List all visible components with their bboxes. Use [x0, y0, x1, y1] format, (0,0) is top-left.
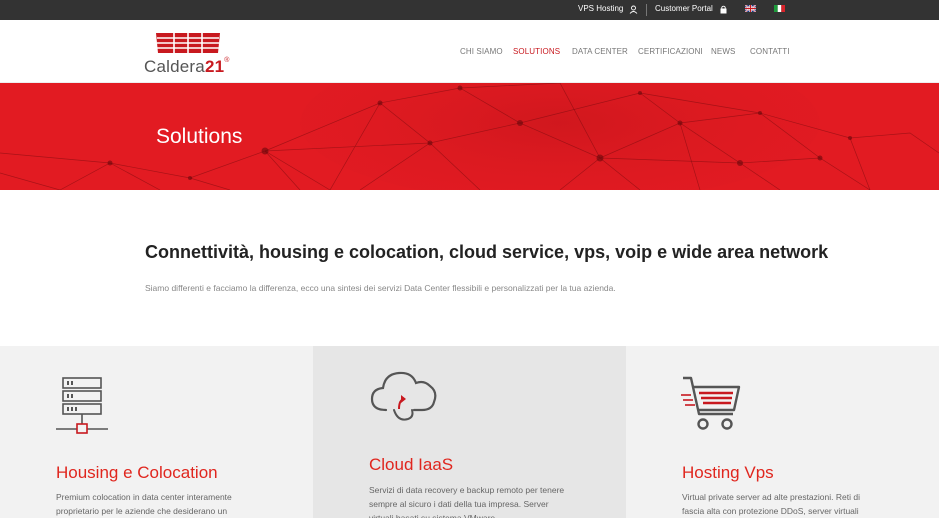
nav-data-center[interactable]: DATA CENTER — [572, 47, 628, 56]
nav-certificazioni[interactable]: CERTIFICAZIONI — [638, 47, 703, 56]
page-title: Solutions — [156, 125, 243, 148]
intro-text: Siamo differenti e facciamo la differenz… — [145, 283, 616, 293]
site-header: Caldera21® CHI SIAMO SOLUTIONS DATA CENT… — [0, 20, 939, 83]
vps-description: Virtual private server ad alte prestazio… — [682, 492, 860, 516]
top-bar: VPS Hosting Customer Portal — [0, 0, 939, 20]
vps-title[interactable]: Hosting Vps — [682, 463, 774, 483]
brand-name: Caldera — [144, 57, 205, 76]
lock-icon[interactable] — [720, 5, 727, 14]
cloud-description: Servizi di data recovery e backup remoto… — [369, 485, 565, 518]
customer-portal-link[interactable]: Customer Portal — [655, 4, 713, 13]
nav-solutions[interactable]: SOLUTIONS — [513, 47, 560, 56]
vps-hosting-link[interactable]: VPS Hosting — [578, 4, 623, 13]
cloud-title[interactable]: Cloud IaaS — [369, 455, 453, 475]
logo-wordmark[interactable]: Caldera21® — [144, 57, 230, 77]
hero-banner: Solutions — [0, 83, 939, 190]
shopping-cart-icon — [681, 376, 741, 430]
nav-chi-siamo[interactable]: CHI SIAMO — [460, 47, 503, 56]
network-background-graphic — [0, 83, 939, 190]
brand-number: 21 — [204, 57, 225, 76]
cloud-upload-icon — [370, 371, 437, 421]
housing-title[interactable]: Housing e Colocation — [56, 463, 218, 483]
service-card-vps[interactable]: Hosting Vps Virtual private server ad al… — [626, 346, 939, 518]
service-card-cloud[interactable]: Cloud IaaS Servizi di data recovery e ba… — [313, 346, 626, 518]
italy-flag-icon[interactable] — [774, 5, 785, 12]
housing-description: Premium colocation in data center intera… — [56, 492, 232, 516]
nav-contatti[interactable]: CONTATTI — [750, 47, 790, 56]
uk-flag-icon[interactable] — [745, 5, 756, 12]
user-icon[interactable] — [629, 5, 638, 14]
topbar-divider — [646, 4, 647, 16]
server-rack-icon — [56, 377, 108, 434]
intro-heading: Connettività, housing e colocation, clou… — [145, 242, 829, 262]
brand-registered-mark: ® — [224, 57, 230, 64]
service-card-housing[interactable]: Housing e Colocation Premium colocation … — [0, 346, 313, 518]
nav-news[interactable]: NEWS — [711, 47, 735, 56]
